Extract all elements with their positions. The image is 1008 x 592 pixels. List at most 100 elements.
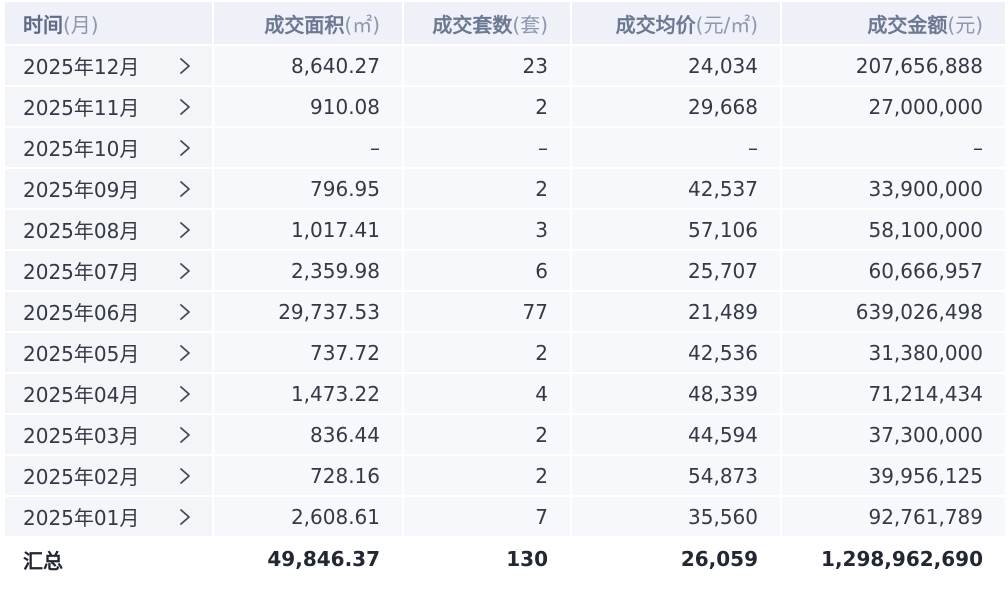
chevron-right-icon[interactable]	[178, 56, 192, 76]
total-area-cell: 49,846.37	[212, 536, 404, 582]
monthly-transactions-table-container: 时间(月) 成交面积(㎡) 成交套数(套) 成交均价(元/㎡) 成交金额(元) …	[3, 0, 1007, 582]
column-header-area[interactable]: 成交面积(㎡)	[212, 0, 404, 46]
avg-price-cell: 42,536	[570, 331, 782, 374]
total-row: 汇总 49,846.37 130 26,059 1,298,962,690	[3, 536, 1007, 582]
units-cell: 23	[402, 44, 572, 87]
total-avg-price-cell: 26,059	[570, 536, 782, 582]
amount-cell: 639,026,498	[780, 290, 1007, 333]
amount-cell: –	[780, 126, 1007, 169]
month-label: 2025年03月	[23, 424, 140, 448]
table-row[interactable]: 2025年12月 8,640.27 23 24,034 207,656,888	[3, 44, 1007, 87]
units-cell: 7	[402, 495, 572, 538]
table-row[interactable]: 2025年02月 728.16 2 54,873 39,956,125	[3, 454, 1007, 497]
month-label: 2025年11月	[23, 96, 140, 120]
month-cell[interactable]: 2025年10月	[3, 126, 214, 169]
units-cell: 3	[402, 208, 572, 251]
chevron-right-icon[interactable]	[178, 138, 192, 158]
chevron-right-icon[interactable]	[178, 302, 192, 322]
column-header-month[interactable]: 时间(月)	[3, 0, 214, 46]
month-cell[interactable]: 2025年02月	[3, 454, 214, 497]
chevron-right-icon[interactable]	[178, 97, 192, 117]
column-header-label: 成交套数	[432, 12, 513, 37]
column-header-units[interactable]: 成交套数(套)	[402, 0, 572, 46]
table-row[interactable]: 2025年04月 1,473.22 4 48,339 71,214,434	[3, 372, 1007, 415]
units-cell: 2	[402, 454, 572, 497]
avg-price-cell: 48,339	[570, 372, 782, 415]
month-label: 2025年08月	[23, 219, 140, 243]
month-cell[interactable]: 2025年06月	[3, 290, 214, 333]
month-cell[interactable]: 2025年11月	[3, 85, 214, 128]
chevron-right-icon[interactable]	[178, 384, 192, 404]
avg-price-cell: 29,668	[570, 85, 782, 128]
amount-cell: 92,761,789	[780, 495, 1007, 538]
units-cell: 2	[402, 331, 572, 374]
month-cell[interactable]: 2025年08月	[3, 208, 214, 251]
amount-cell: 60,666,957	[780, 249, 1007, 292]
amount-cell: 39,956,125	[780, 454, 1007, 497]
area-cell: 836.44	[212, 413, 404, 456]
area-cell: 728.16	[212, 454, 404, 497]
table-row[interactable]: 2025年01月 2,608.61 7 35,560 92,761,789	[3, 495, 1007, 538]
header-row: 时间(月) 成交面积(㎡) 成交套数(套) 成交均价(元/㎡) 成交金额(元)	[3, 0, 1007, 46]
avg-price-cell: 42,537	[570, 167, 782, 210]
avg-price-cell: 35,560	[570, 495, 782, 538]
chevron-right-icon[interactable]	[178, 220, 192, 240]
month-cell[interactable]: 2025年01月	[3, 495, 214, 538]
chevron-right-icon[interactable]	[178, 425, 192, 445]
table-row[interactable]: 2025年10月 – – – –	[3, 126, 1007, 169]
column-header-unit: (元/㎡)	[695, 12, 758, 37]
table-row[interactable]: 2025年11月 910.08 2 29,668 27,000,000	[3, 85, 1007, 128]
column-header-unit: (元)	[947, 12, 983, 37]
month-cell[interactable]: 2025年03月	[3, 413, 214, 456]
amount-cell: 58,100,000	[780, 208, 1007, 251]
column-header-label: 成交金额	[867, 12, 948, 37]
month-label: 2025年05月	[23, 342, 140, 366]
table-body: 2025年12月 8,640.27 23 24,034 207,656,888 …	[3, 44, 1007, 582]
area-cell: 737.72	[212, 331, 404, 374]
area-cell: 910.08	[212, 85, 404, 128]
table-row[interactable]: 2025年05月 737.72 2 42,536 31,380,000	[3, 331, 1007, 374]
amount-cell: 37,300,000	[780, 413, 1007, 456]
chevron-right-icon[interactable]	[178, 343, 192, 363]
units-cell: –	[402, 126, 572, 169]
column-header-unit: (月)	[63, 12, 99, 37]
avg-price-cell: –	[570, 126, 782, 169]
chevron-right-icon[interactable]	[178, 179, 192, 199]
month-cell[interactable]: 2025年05月	[3, 331, 214, 374]
month-label: 2025年12月	[23, 55, 140, 79]
column-header-amount[interactable]: 成交金额(元)	[780, 0, 1007, 46]
column-header-unit: (套)	[512, 12, 548, 37]
month-label: 2025年01月	[23, 506, 140, 530]
area-cell: 2,608.61	[212, 495, 404, 538]
units-cell: 6	[402, 249, 572, 292]
month-cell[interactable]: 2025年09月	[3, 167, 214, 210]
table-row[interactable]: 2025年08月 1,017.41 3 57,106 58,100,000	[3, 208, 1007, 251]
month-cell[interactable]: 2025年04月	[3, 372, 214, 415]
table-row[interactable]: 2025年06月 29,737.53 77 21,489 639,026,498	[3, 290, 1007, 333]
avg-price-cell: 44,594	[570, 413, 782, 456]
column-header-label: 成交面积	[264, 12, 345, 37]
units-cell: 2	[402, 413, 572, 456]
chevron-right-icon[interactable]	[178, 466, 192, 486]
area-cell: –	[212, 126, 404, 169]
table-row[interactable]: 2025年09月 796.95 2 42,537 33,900,000	[3, 167, 1007, 210]
month-label: 2025年10月	[23, 137, 140, 161]
column-header-avg-price[interactable]: 成交均价(元/㎡)	[570, 0, 782, 46]
table-row[interactable]: 2025年03月 836.44 2 44,594 37,300,000	[3, 413, 1007, 456]
monthly-transactions-table: 时间(月) 成交面积(㎡) 成交套数(套) 成交均价(元/㎡) 成交金额(元) …	[3, 0, 1007, 582]
units-cell: 77	[402, 290, 572, 333]
amount-cell: 207,656,888	[780, 44, 1007, 87]
column-header-label: 时间	[23, 12, 63, 37]
month-cell[interactable]: 2025年12月	[3, 44, 214, 87]
avg-price-cell: 25,707	[570, 249, 782, 292]
area-cell: 8,640.27	[212, 44, 404, 87]
amount-cell: 31,380,000	[780, 331, 1007, 374]
avg-price-cell: 54,873	[570, 454, 782, 497]
chevron-right-icon[interactable]	[178, 507, 192, 527]
month-label: 2025年02月	[23, 465, 140, 489]
chevron-right-icon[interactable]	[178, 261, 192, 281]
table-header: 时间(月) 成交面积(㎡) 成交套数(套) 成交均价(元/㎡) 成交金额(元)	[3, 0, 1007, 46]
area-cell: 2,359.98	[212, 249, 404, 292]
table-row[interactable]: 2025年07月 2,359.98 6 25,707 60,666,957	[3, 249, 1007, 292]
month-cell[interactable]: 2025年07月	[3, 249, 214, 292]
